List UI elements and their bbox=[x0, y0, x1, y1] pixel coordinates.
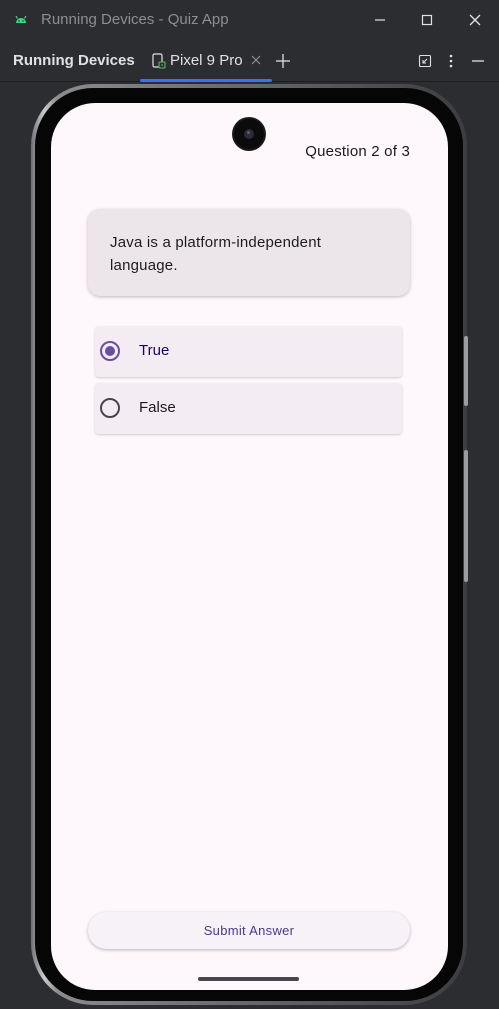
front-camera-icon bbox=[234, 119, 264, 149]
minimize-icon[interactable] bbox=[469, 52, 487, 70]
active-tab-indicator bbox=[140, 79, 272, 82]
volume-button[interactable] bbox=[464, 450, 468, 582]
title-bar: Running Devices - Quiz App bbox=[0, 0, 499, 40]
device-screen[interactable]: Question 2 of 3 Java is a platform-indep… bbox=[51, 103, 448, 990]
radio-dot bbox=[105, 346, 115, 356]
option-true[interactable]: True bbox=[95, 326, 402, 377]
tab-close-icon[interactable] bbox=[249, 53, 263, 67]
submit-answer-button[interactable]: Submit Answer bbox=[88, 912, 410, 949]
tab-label: Pixel 9 Pro bbox=[170, 52, 243, 69]
device-icon bbox=[152, 53, 166, 69]
tab-pixel-9-pro[interactable]: Pixel 9 Pro bbox=[140, 40, 272, 82]
radio-button-selected[interactable] bbox=[100, 341, 120, 361]
add-tab-icon[interactable] bbox=[274, 52, 292, 70]
option-label: True bbox=[139, 342, 170, 359]
maximize-icon bbox=[421, 14, 433, 26]
maximize-window-button[interactable] bbox=[403, 0, 451, 40]
power-button[interactable] bbox=[464, 336, 468, 406]
option-false[interactable]: False bbox=[95, 383, 402, 434]
more-options-icon[interactable] bbox=[442, 52, 460, 70]
window-title: Running Devices - Quiz App bbox=[41, 11, 229, 28]
home-indicator[interactable] bbox=[198, 977, 299, 981]
minimize-window-button[interactable] bbox=[356, 0, 404, 40]
collapse-icon[interactable] bbox=[416, 52, 434, 70]
option-label: False bbox=[139, 399, 176, 416]
question-card: Java is a platform-independent language. bbox=[88, 209, 410, 296]
close-icon bbox=[469, 14, 481, 26]
close-window-button[interactable] bbox=[451, 0, 499, 40]
submit-button-label: Submit Answer bbox=[203, 923, 295, 938]
tool-window-title: Running Devices bbox=[13, 52, 135, 69]
minimize-icon bbox=[375, 19, 385, 21]
question-progress: Question 2 of 3 bbox=[305, 143, 410, 160]
android-icon bbox=[13, 12, 29, 28]
camera-glint bbox=[247, 131, 250, 134]
radio-button[interactable] bbox=[100, 398, 120, 418]
question-text: Java is a platform-independent language. bbox=[110, 234, 322, 274]
